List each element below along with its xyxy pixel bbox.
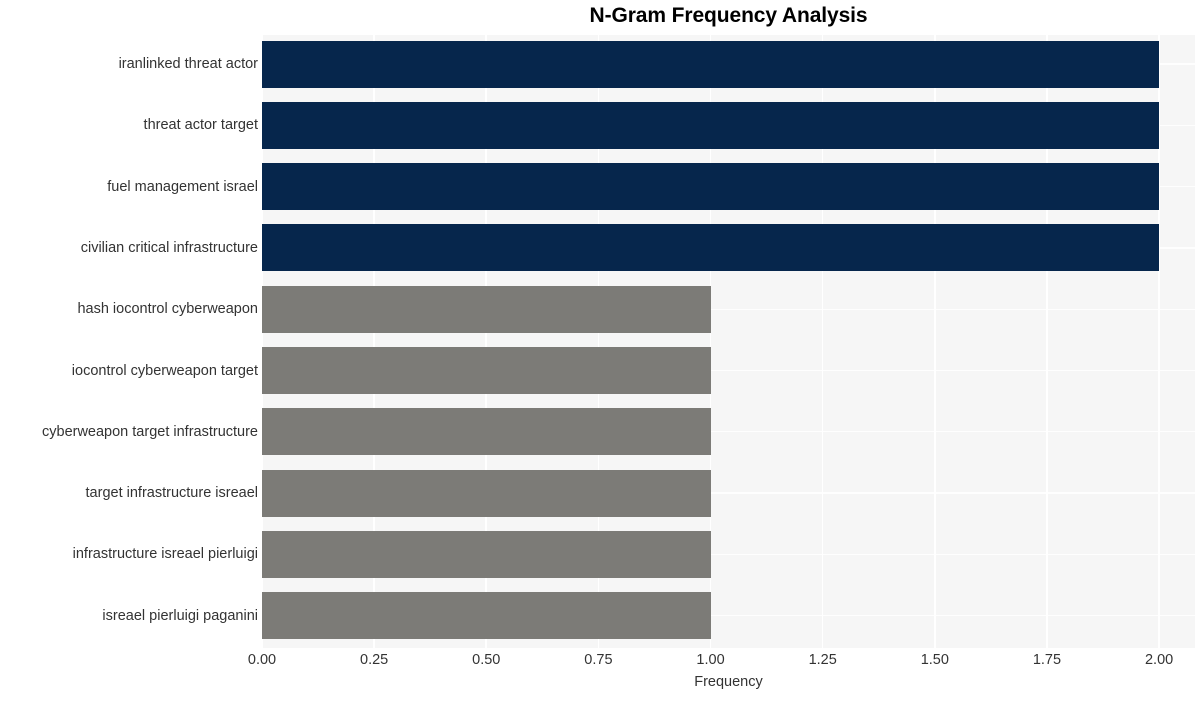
bar[interactable] <box>262 347 711 394</box>
y-axis-tick-label: cyberweapon target infrastructure <box>42 423 258 440</box>
y-axis-tick-label: threat actor target <box>143 117 258 134</box>
bar[interactable] <box>262 101 1160 149</box>
bar[interactable] <box>262 285 711 333</box>
y-axis-tick-labels: iranlinked threat actor threat actor targ… <box>0 35 258 648</box>
x-axis-tick-labels: 0.00 0.25 0.50 0.75 1.00 1.25 1.50 1.75 2.00 <box>248 652 1195 674</box>
x-axis-tick-label: 1.50 <box>920 652 949 668</box>
x-axis-title: Frequency <box>694 674 763 690</box>
x-axis-tick-label: 1.00 <box>696 652 725 668</box>
x-axis-tick-label: 0.25 <box>360 652 389 668</box>
chart-figure: N-Gram Frequency Analysis iranlinked thr… <box>0 0 1202 701</box>
x-axis-tick-label: 2.00 <box>1144 652 1174 668</box>
plot-area <box>262 35 1195 648</box>
y-axis-tick-label: target infrastructure isreael <box>85 485 258 502</box>
x-axis-tick-label: 0.50 <box>472 652 501 668</box>
bar[interactable] <box>262 163 1160 211</box>
bar[interactable] <box>262 469 711 517</box>
x-axis-tick-label: 1.25 <box>808 652 837 668</box>
bar[interactable] <box>262 40 1160 88</box>
y-axis-tick-label: iocontrol cyberweapon target <box>71 362 258 379</box>
x-axis-tick-label: 0.00 <box>247 652 277 668</box>
page-title: N-Gram Frequency Analysis <box>589 4 868 27</box>
y-axis-tick-label: infrastructure isreael pierluigi <box>72 546 258 563</box>
y-axis-tick-label: hash iocontrol cyberweapon <box>77 301 258 318</box>
bar[interactable] <box>262 592 711 640</box>
bar[interactable] <box>262 224 1160 272</box>
y-axis-tick-label: fuel management israel <box>107 178 258 195</box>
y-axis-tick-label: isreael pierluigi paganini <box>102 607 258 624</box>
x-axis-tick-label: 1.75 <box>1032 652 1062 668</box>
y-axis-tick-label: iranlinked threat actor <box>118 56 258 72</box>
bar[interactable] <box>262 530 711 578</box>
bar[interactable] <box>262 408 711 456</box>
x-axis-tick-label: 0.75 <box>584 652 613 668</box>
y-axis-tick-label: civilian critical infrastructure <box>80 239 258 256</box>
